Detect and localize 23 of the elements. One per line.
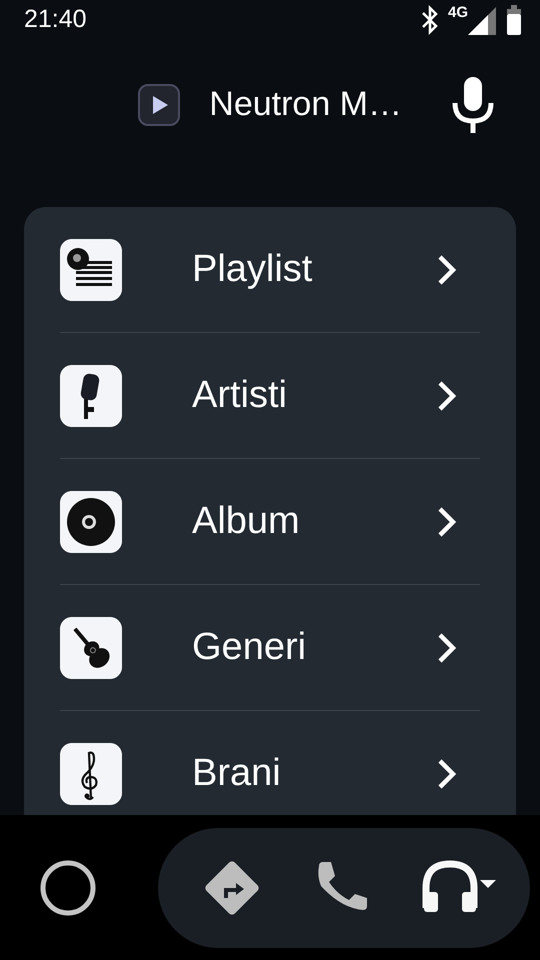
treble-clef-icon	[60, 742, 122, 804]
network-type: 4G	[448, 5, 468, 20]
chevron-icon	[436, 380, 458, 412]
app-title: Neutron M…	[209, 84, 402, 125]
bluetooth-icon	[420, 5, 440, 35]
chevron-icon	[436, 506, 458, 538]
app-icon	[137, 82, 182, 126]
chevron-icon	[436, 632, 458, 664]
home-icon[interactable]	[40, 860, 96, 916]
chevron-icon	[436, 254, 458, 286]
guitar-icon	[60, 616, 122, 678]
battery-icon	[506, 5, 522, 35]
menu-item[interactable]: Playlist	[60, 207, 480, 333]
clock-time: 21:40	[24, 4, 87, 36]
chevron-icon	[436, 758, 458, 790]
disc-icon	[60, 490, 122, 552]
signal-icon	[468, 5, 498, 35]
playlist-icon	[60, 238, 122, 300]
menu-item[interactable]: Album	[60, 459, 480, 585]
microphone-icon[interactable]	[452, 76, 494, 132]
menu-item[interactable]: Generi	[60, 585, 480, 711]
microphone-icon	[60, 364, 122, 426]
menu-item[interactable]: Artisti	[60, 333, 480, 459]
